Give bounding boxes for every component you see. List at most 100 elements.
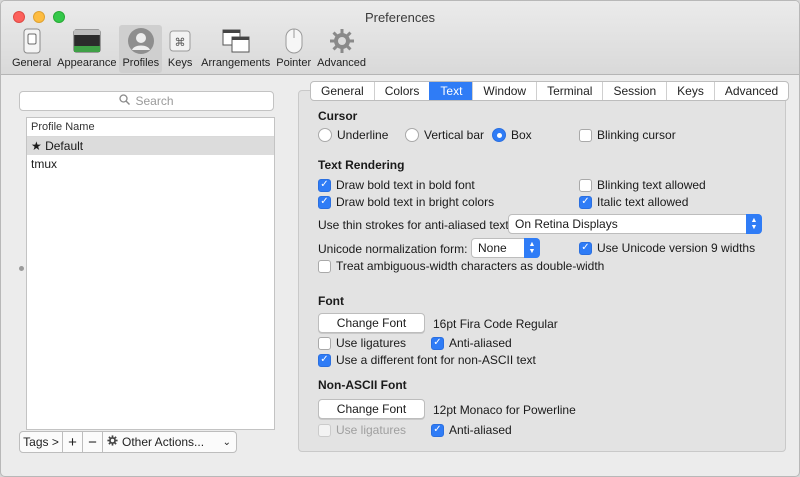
checkbox-label: Use a different font for non-ASCII text	[336, 353, 536, 367]
use-ligatures-checkbox[interactable]: Use ligatures	[318, 336, 406, 350]
column-header-profile-name[interactable]: Profile Name	[27, 118, 274, 137]
profiles-sidebar: Search Profile Name ★ Default tmux	[11, 85, 282, 457]
checkbox-indicator: ✓	[431, 423, 444, 437]
checkbox-indicator: ✓	[579, 241, 592, 255]
checkbox-indicator	[579, 128, 592, 142]
radio-indicator	[405, 128, 419, 142]
select-value: None	[478, 241, 507, 255]
tab-text[interactable]: Text	[429, 82, 473, 100]
toolbar-advanced[interactable]: Advanced	[314, 25, 369, 73]
bold-font-checkbox[interactable]: ✓ Draw bold text in bold font	[318, 178, 475, 192]
tab-keys[interactable]: Keys	[666, 82, 714, 100]
arrangements-icon	[221, 27, 251, 55]
svg-text:⌘: ⌘	[175, 36, 186, 49]
non-ascii-font-description: 12pt Monaco for Powerline	[433, 403, 576, 417]
toolbar-general[interactable]: General	[9, 25, 54, 73]
checkbox-label: Italic text allowed	[597, 195, 689, 209]
profile-search-input[interactable]: Search	[19, 91, 274, 111]
radio-indicator	[318, 128, 332, 142]
radio-label: Box	[511, 128, 532, 142]
tags-button[interactable]: Tags >	[19, 431, 63, 453]
profile-row-default[interactable]: ★ Default	[27, 137, 274, 155]
add-profile-button[interactable]: +	[63, 431, 83, 453]
thin-strokes-label: Use thin strokes for anti-aliased text	[318, 218, 509, 232]
title-bar: Preferences General Appearance Profiles	[1, 1, 799, 75]
other-actions-label: Other Actions...	[122, 435, 205, 449]
checkbox-label: Draw bold text in bright colors	[336, 195, 495, 209]
keyboard-icon: ⌘	[165, 27, 195, 55]
tab-window[interactable]: Window	[472, 82, 536, 100]
non-ascii-anti-aliased-checkbox[interactable]: ✓ Anti-aliased	[431, 423, 512, 437]
blinking-cursor-checkbox[interactable]: Blinking cursor	[579, 128, 676, 142]
checkbox-indicator	[579, 178, 592, 192]
checkbox-indicator: ✓	[318, 178, 331, 192]
checkbox-indicator: ✓	[318, 195, 331, 209]
checkbox-indicator: ✓	[431, 336, 444, 350]
checkbox-label: Use ligatures	[336, 336, 407, 350]
checkbox-indicator	[318, 259, 331, 273]
italic-text-checkbox[interactable]: ✓ Italic text allowed	[579, 195, 688, 209]
radio-label: Underline	[337, 128, 389, 142]
tab-session[interactable]: Session	[602, 82, 666, 100]
checkbox-label: Use Unicode version 9 widths	[597, 241, 756, 255]
change-non-ascii-font-button[interactable]: Change Font	[318, 399, 425, 419]
chevron-updown-icon: ▲ ▼	[746, 214, 762, 234]
bright-colors-checkbox[interactable]: ✓ Draw bold text in bright colors	[318, 195, 494, 209]
font-section-title: Font	[318, 294, 344, 308]
switch-icon	[17, 27, 47, 55]
ambiguous-width-checkbox[interactable]: Treat ambiguous-width characters as doub…	[318, 259, 604, 273]
search-placeholder: Search	[135, 94, 174, 108]
profile-row-tmux[interactable]: tmux	[27, 155, 274, 173]
other-actions-menu[interactable]: Other Actions... ⌄	[103, 431, 237, 453]
tab-colors[interactable]: Colors	[373, 82, 430, 100]
profile-list: Profile Name ★ Default tmux	[26, 117, 275, 430]
anti-aliased-checkbox[interactable]: ✓ Anti-aliased	[431, 336, 512, 350]
chevron-updown-icon: ▲ ▼	[524, 238, 540, 258]
non-ascii-font-section-title: Non-ASCII Font	[318, 378, 407, 392]
normalization-label: Unicode normalization form:	[318, 242, 468, 256]
tab-advanced[interactable]: Advanced	[713, 82, 788, 100]
gear-icon	[327, 27, 357, 55]
toolbar-arrangements[interactable]: Arrangements	[198, 25, 273, 73]
toolbar-label: Pointer	[276, 57, 312, 69]
checkbox-label: Treat ambiguous-width characters as doub…	[336, 259, 605, 273]
toolbar-label: Appearance	[57, 57, 117, 69]
toolbar-label: Advanced	[317, 57, 367, 69]
toolbar-keys[interactable]: ⌘ Keys	[162, 25, 198, 73]
remove-profile-button[interactable]: −	[83, 431, 103, 453]
cursor-box-radio[interactable]: Box	[492, 128, 532, 142]
blinking-text-checkbox[interactable]: Blinking text allowed	[579, 178, 706, 192]
profile-tabs: General Colors Text Window Terminal Sess…	[310, 81, 790, 101]
checkbox-indicator	[318, 423, 331, 437]
non-ascii-font-checkbox[interactable]: ✓ Use a different font for non-ASCII tex…	[318, 353, 536, 367]
checkbox-label: Draw bold text in bold font	[336, 178, 475, 192]
tab-terminal[interactable]: Terminal	[536, 82, 602, 100]
normalization-select[interactable]: None ▲ ▼	[471, 238, 540, 258]
text-rendering-section-title: Text Rendering	[318, 158, 405, 172]
profile-actions-bar: Tags > + − Other Actions... ⌄	[19, 431, 237, 453]
change-font-button[interactable]: Change Font	[318, 313, 425, 333]
cursor-underline-radio[interactable]: Underline	[318, 128, 388, 142]
font-description: 16pt Fira Code Regular	[433, 317, 558, 331]
toolbar-appearance[interactable]: Appearance	[54, 25, 119, 73]
radio-label: Vertical bar	[424, 128, 485, 142]
cursor-section-title: Cursor	[318, 109, 358, 123]
resize-handle[interactable]	[19, 266, 24, 271]
toolbar-pointer[interactable]: Pointer	[273, 25, 314, 73]
select-value: On Retina Displays	[515, 217, 618, 231]
checkbox-indicator: ✓	[579, 195, 592, 209]
cursor-vertical-bar-radio[interactable]: Vertical bar	[405, 128, 484, 142]
checkbox-label: Blinking cursor	[597, 128, 676, 142]
thin-strokes-select[interactable]: On Retina Displays ▲ ▼	[508, 214, 762, 234]
unicode-9-widths-checkbox[interactable]: ✓ Use Unicode version 9 widths	[579, 241, 755, 255]
checkbox-label: Use ligatures	[336, 423, 407, 437]
tab-general[interactable]: General	[311, 82, 374, 100]
checkbox-indicator	[318, 336, 331, 350]
chevron-down-icon: ⌄	[222, 436, 231, 448]
window-icon	[72, 27, 102, 55]
toolbar-profiles[interactable]: Profiles	[119, 25, 163, 73]
preferences-window: Preferences General Appearance Profiles	[0, 0, 800, 477]
toolbar-label: Keys	[167, 57, 193, 69]
checkbox-label: Anti-aliased	[449, 336, 512, 350]
search-icon	[119, 94, 131, 108]
